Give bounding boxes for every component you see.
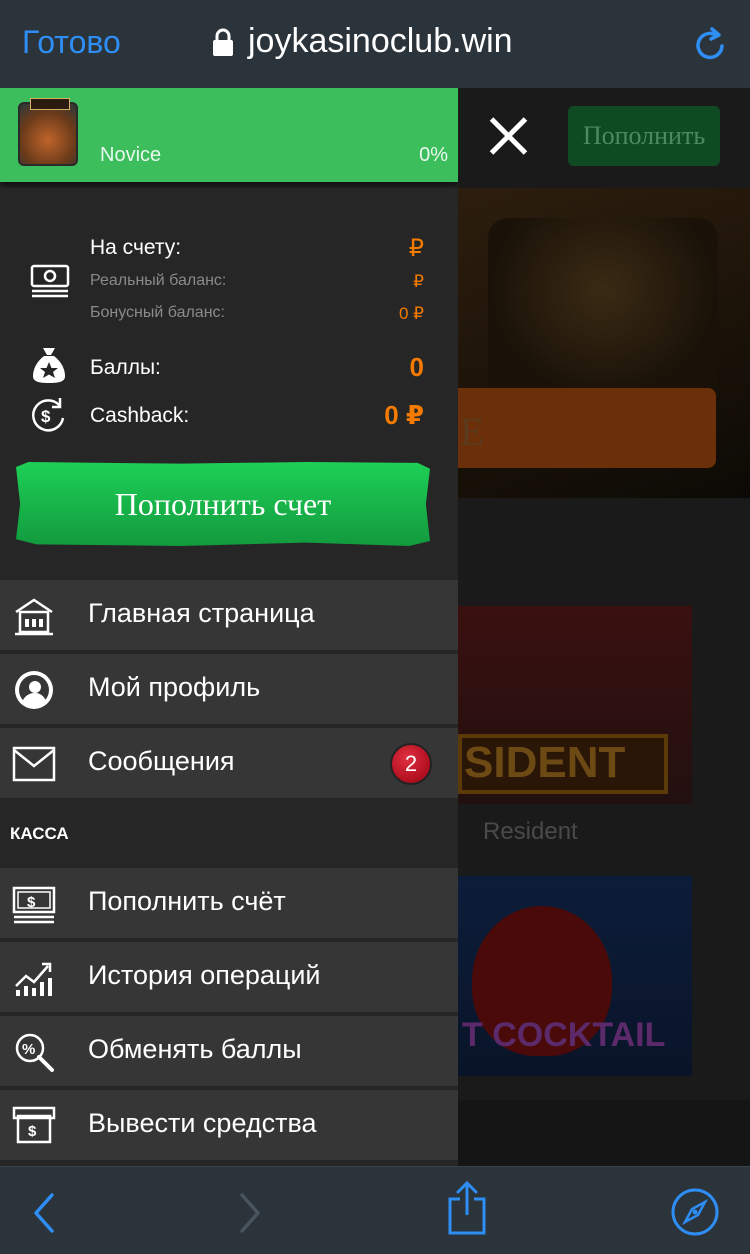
menu-item-label: Мой профиль xyxy=(88,672,261,702)
real-balance-value: ₽ xyxy=(413,272,424,291)
menu-item-profile[interactable]: Мой профиль xyxy=(0,654,458,726)
game-title-art: SIDENT xyxy=(458,734,668,794)
status-rank: Novice xyxy=(100,144,162,166)
svg-text:$: $ xyxy=(28,1123,37,1140)
status-tag-icon xyxy=(30,98,70,110)
exchange-points-icon: % xyxy=(12,1030,56,1074)
reload-icon[interactable] xyxy=(694,26,728,69)
home-icon xyxy=(12,594,56,638)
status-avatar xyxy=(18,98,78,166)
game-tile-cocktail: T COCKTAIL xyxy=(458,876,692,1076)
menu-item-messages[interactable]: Сообщения 2 xyxy=(0,728,458,800)
money-stack-icon xyxy=(30,264,70,305)
menu-item-label: Сообщения xyxy=(88,746,235,776)
game-label: Resident xyxy=(483,818,578,845)
svg-text:$: $ xyxy=(27,894,36,911)
menu-item-withdraw[interactable]: $ Вывести средства xyxy=(0,1090,458,1162)
profile-icon xyxy=(12,668,56,712)
account-value: ₽ xyxy=(408,235,424,262)
cash-icon: $ xyxy=(12,882,56,926)
bg-banner-button: E xyxy=(458,388,716,468)
section-title-cashier: КАССА xyxy=(0,798,458,866)
safari-compass-icon[interactable] xyxy=(670,1187,720,1242)
menu-item-deposit[interactable]: $ Пополнить счёт xyxy=(0,868,458,940)
lock-icon xyxy=(212,28,234,56)
account-label: На счету: xyxy=(90,236,182,259)
cashback-icon: $ xyxy=(30,396,68,439)
messages-badge: 2 xyxy=(390,743,432,785)
cashback-value: 0 ₽ xyxy=(384,400,424,430)
back-icon[interactable] xyxy=(30,1183,58,1240)
points-label: Баллы: xyxy=(90,356,161,379)
menu-item-home[interactable]: Главная страница xyxy=(0,580,458,652)
bg-bottom-nav xyxy=(458,1100,750,1166)
chart-icon xyxy=(12,956,56,1000)
url-text: joykasinoclub.win xyxy=(248,22,513,60)
bonus-balance-label: Бонусный баланс: xyxy=(90,304,225,321)
status-progress: 0% xyxy=(419,144,448,166)
menu-item-label: Вывести средства xyxy=(88,1108,317,1138)
cashback-label: Cashback: xyxy=(90,404,190,427)
side-drawer: Novice 0% На счету: ₽ Реальный баланс: ₽… xyxy=(0,88,458,1166)
menu-item-label: Пополнить счёт xyxy=(88,886,286,916)
svg-text:%: % xyxy=(22,1041,35,1058)
address-bar[interactable]: joykasinoclub.win xyxy=(212,22,513,61)
svg-text:$: $ xyxy=(41,407,51,426)
close-drawer-icon[interactable] xyxy=(488,116,528,156)
treasure-chest-image xyxy=(488,218,718,398)
browser-top-bar: Готово joykasinoclub.win xyxy=(0,0,750,88)
menu-item-label: Обменять баллы xyxy=(88,1034,302,1064)
game-tile-resident: SIDENT xyxy=(458,606,692,804)
menu-item-exchange-points[interactable]: % Обменять баллы xyxy=(0,1016,458,1088)
background-page: Пополнить E SIDENT Resident T COCKTAIL xyxy=(458,88,750,1166)
done-button[interactable]: Готово xyxy=(22,24,121,61)
menu-item-label: Главная страница xyxy=(88,598,315,628)
menu-item-label: История операций xyxy=(88,960,321,990)
money-bag-icon xyxy=(32,346,66,389)
game-title-art: T COCKTAIL xyxy=(462,1016,666,1054)
real-balance-label: Реальный баланс: xyxy=(90,272,227,289)
bonus-balance-value: 0 ₽ xyxy=(399,304,424,323)
status-bar: Novice 0% xyxy=(0,88,458,182)
withdraw-icon: $ xyxy=(12,1104,56,1148)
share-icon[interactable] xyxy=(446,1179,488,1242)
menu-item-history[interactable]: История операций xyxy=(0,942,458,1014)
bg-deposit-button: Пополнить xyxy=(568,106,720,166)
forward-icon[interactable] xyxy=(236,1183,264,1240)
browser-bottom-bar xyxy=(0,1166,750,1254)
deposit-button[interactable]: Пополнить счет xyxy=(16,462,430,546)
envelope-icon xyxy=(12,742,56,786)
points-value: 0 xyxy=(409,352,424,382)
